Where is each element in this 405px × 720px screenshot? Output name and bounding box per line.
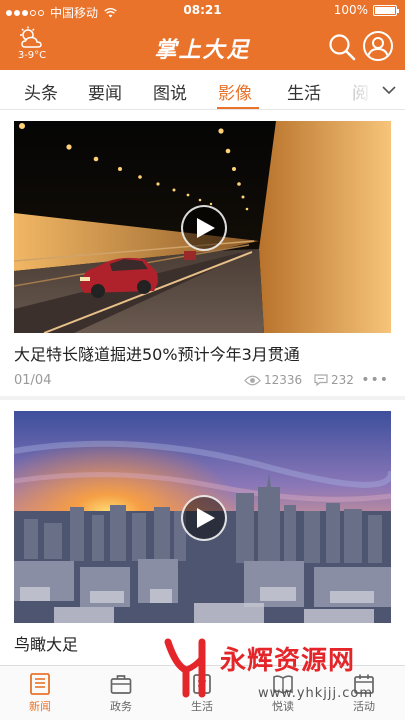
more-tabs-button[interactable] [381,82,397,98]
article-date: 01/04 [14,373,52,388]
tabbar-label: 生活 [191,700,213,713]
search-button[interactable] [327,32,357,62]
newspaper-icon [30,673,50,695]
view-count: 12336 [244,373,302,387]
app-header: 3-9°C 掌上大足 [0,22,405,70]
article-meta: 01/04 12336 232 ••• [14,372,391,390]
tabbar-label: 活动 [353,700,375,713]
battery-icon [373,4,399,16]
comment-count[interactable]: 232 [314,373,354,387]
book-icon [273,675,293,694]
category-tabs: 头条 要闻 图说 影像 生活 阅 [0,70,405,110]
tabbar-label: 政务 [110,700,132,713]
tab-pictures[interactable]: 图说 [153,79,187,104]
play-icon [197,508,215,528]
tabbar-label: 悦读 [272,700,294,713]
user-button[interactable] [363,31,393,61]
play-button[interactable] [181,205,227,251]
status-bar: 中国移动 08:21 100% [0,0,405,22]
comment-icon [314,374,328,386]
play-button[interactable] [181,495,227,541]
search-icon [329,34,356,61]
article-title[interactable]: 鸟瞰大足 [14,631,78,655]
tabbar-item-news[interactable]: 新闻 [10,672,70,714]
video-thumbnail[interactable] [14,411,391,623]
list-item[interactable]: 大足特长隧道掘进50%预计今年3月贯通 01/04 12336 232 ••• [0,110,405,396]
more-options-button[interactable]: ••• [361,372,389,388]
view-count-value: 12336 [264,373,303,387]
activity-icon [354,674,374,694]
chevron-down-icon [382,86,396,95]
tab-life[interactable]: 生活 [287,79,321,104]
list-item[interactable]: 鸟瞰大足 [0,400,405,665]
eye-icon [244,375,261,385]
active-tab-indicator [217,107,259,109]
life-icon [193,674,211,694]
briefcase-icon [110,675,132,694]
tab-video[interactable]: 影像 [218,79,252,104]
tabbar-item-activity[interactable]: 活动 [334,672,394,714]
battery-percent: 100% [333,3,368,17]
bottom-tab-bar: 新闻 政务 生活 悦读 活动 [0,665,405,720]
tabbar-item-reading[interactable]: 悦读 [253,672,313,714]
comment-count-value: 232 [331,373,354,387]
video-thumbnail[interactable] [14,121,391,333]
tab-news[interactable]: 要闻 [88,79,122,104]
tab-headlines[interactable]: 头条 [24,79,58,104]
article-title[interactable]: 大足特长隧道掘进50%预计今年3月贯通 [14,341,300,365]
tabbar-label: 新闻 [29,700,51,713]
user-icon [367,37,389,59]
tabbar-item-life[interactable]: 生活 [172,672,232,714]
video-feed: 大足特长隧道掘进50%预计今年3月贯通 01/04 12336 232 ••• [0,110,405,665]
play-icon [197,218,215,238]
tabbar-item-government[interactable]: 政务 [91,672,151,714]
